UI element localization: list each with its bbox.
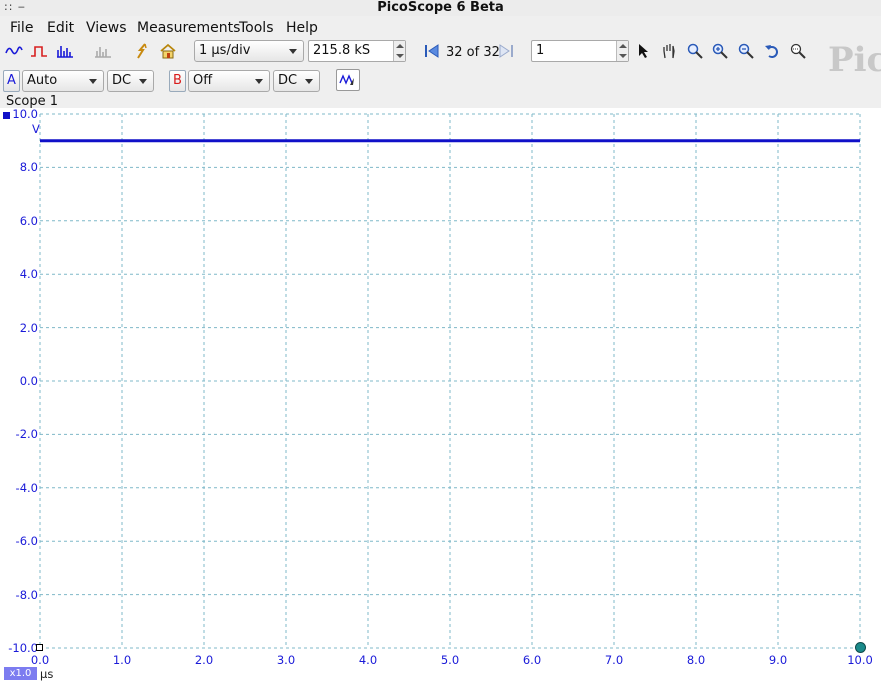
- y-tick-label: 6.0: [19, 213, 38, 228]
- samples-value: 215.8 kS: [313, 43, 371, 58]
- x-tick-label: 4.0: [358, 653, 378, 667]
- y-tick-label: 4.0: [19, 267, 38, 282]
- y-tick-label: 2.0: [19, 320, 38, 335]
- y-tick-label: -8.0: [15, 587, 38, 602]
- persistence-mode-icon[interactable]: [29, 40, 49, 62]
- window-title: PicoScope 6 Beta: [377, 0, 504, 15]
- channel-b-range: Off: [193, 73, 213, 88]
- menu-file[interactable]: File: [10, 20, 33, 36]
- x-tick-label: 10.0: [847, 653, 873, 667]
- menu-views[interactable]: Views: [86, 20, 127, 36]
- channel-b-coupling: DC: [278, 73, 298, 88]
- y-tick-label: 10.0: [12, 107, 38, 121]
- y-tick-label: -6.0: [15, 534, 38, 549]
- menu-help[interactable]: Help: [286, 20, 318, 36]
- y-tick-label: -2.0: [15, 427, 38, 442]
- channel-a-button[interactable]: A: [3, 70, 20, 92]
- y-tick-label: 0.0: [19, 374, 38, 388]
- chevron-down-icon: [89, 79, 97, 84]
- zoom-level-badge: x1.0: [4, 667, 37, 680]
- spin-arrows-icon[interactable]: [393, 41, 405, 61]
- spectrum-mode-icon[interactable]: [55, 40, 75, 62]
- samples-spinner[interactable]: 215.8 kS: [308, 40, 406, 62]
- y-axis-unit: V: [32, 122, 40, 136]
- x-tick-label: 8.0: [686, 653, 706, 667]
- x-tick-label: 2.0: [194, 653, 214, 667]
- home-icon[interactable]: [157, 40, 179, 62]
- pointer-tool-icon[interactable]: [636, 40, 652, 62]
- x-axis-unit: µs: [40, 667, 54, 681]
- zoom-out-icon[interactable]: [736, 40, 756, 62]
- timebase-value: 1 µs/div: [199, 43, 251, 58]
- previous-buffer-icon[interactable]: [422, 40, 442, 62]
- menu-tools[interactable]: Tools: [239, 20, 274, 36]
- timebase-select[interactable]: 1 µs/div: [194, 40, 304, 62]
- zoom-overview-icon[interactable]: [788, 40, 808, 62]
- scope-tab-row: Scope 1: [0, 94, 881, 109]
- auto-setup-icon[interactable]: [131, 40, 153, 62]
- scope-plot[interactable]: [0, 108, 881, 686]
- undo-zoom-icon[interactable]: [762, 40, 782, 62]
- channel-a-coupling: DC: [112, 73, 132, 88]
- x-tick-label: 6.0: [522, 653, 542, 667]
- menu-bar: File Edit Views Measurements Tools Help: [0, 17, 881, 39]
- trigger-marker[interactable]: [855, 642, 866, 653]
- channel-b-coupling-select[interactable]: DC: [273, 70, 320, 92]
- y-tick-label: -4.0: [15, 480, 38, 495]
- x-tick-label: 9.0: [768, 653, 788, 667]
- x-tick-label: 7.0: [604, 653, 624, 667]
- chevron-down-icon: [255, 79, 263, 84]
- spectrum-disabled-icon: [93, 40, 113, 62]
- zoom-in-icon[interactable]: [710, 40, 730, 62]
- scope-mode-icon[interactable]: [4, 40, 24, 62]
- main-toolbar: 1 µs/div 215.8 kS 32 of 32 1: [0, 40, 881, 68]
- spin-arrows-icon[interactable]: [616, 41, 628, 61]
- channel-b-range-select[interactable]: Off: [188, 70, 270, 92]
- signal-generator-icon[interactable]: [336, 69, 360, 91]
- channel-toolbar: A Auto DC B Off DC: [0, 68, 881, 94]
- channel-a-coupling-select[interactable]: DC: [107, 70, 154, 92]
- menu-edit[interactable]: Edit: [47, 20, 74, 36]
- x-tick-label: 1.0: [112, 653, 132, 667]
- next-buffer-icon[interactable]: [496, 40, 516, 62]
- x-tick-label: 3.0: [276, 653, 296, 667]
- chevron-down-icon: [305, 79, 313, 84]
- capture-count-spinner[interactable]: 1: [531, 40, 629, 62]
- chevron-down-icon: [289, 49, 297, 54]
- y-tick-label: 8.0: [19, 160, 38, 175]
- menu-measurements[interactable]: Measurements: [137, 20, 240, 36]
- capture-count-value: 1: [536, 43, 545, 58]
- title-bar: :: ‒ PicoScope 6 Beta: [0, 0, 881, 16]
- channel-a-range: Auto: [27, 73, 58, 88]
- zoom-select-icon[interactable]: [685, 40, 705, 62]
- x-tick-label: 0.0: [30, 653, 50, 667]
- x-tick-label: 5.0: [440, 653, 460, 667]
- hand-tool-icon[interactable]: [659, 40, 679, 62]
- origin-marker[interactable]: [36, 644, 43, 651]
- buffer-position: 32 of 32: [446, 45, 500, 60]
- scope-view[interactable]: V 10.0 8.0 6.0 4.0 2.0 0.0 -2.0 -4.0 -6.0 -8.0 -10…: [0, 107, 881, 686]
- channel-b-button[interactable]: B: [169, 70, 186, 92]
- channel-a-range-select[interactable]: Auto: [22, 70, 104, 92]
- chevron-down-icon: [139, 79, 147, 84]
